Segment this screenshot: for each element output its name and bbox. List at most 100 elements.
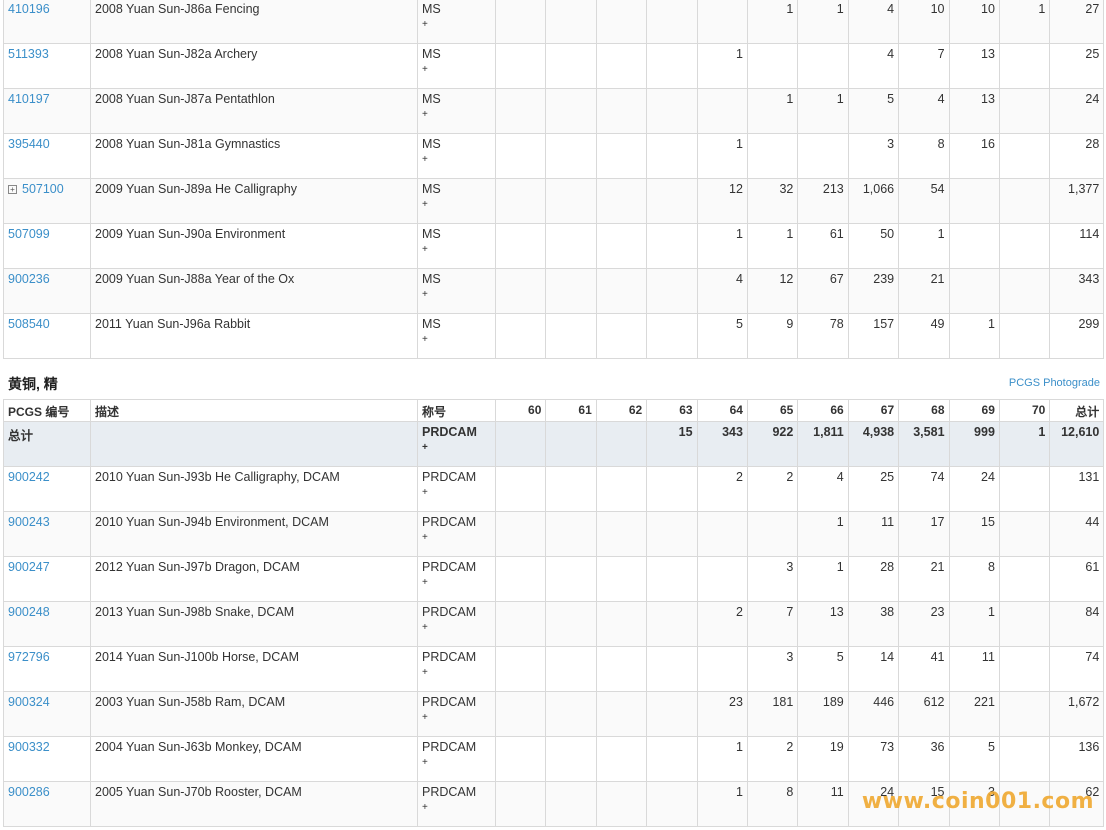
grade-count-cell: 13 bbox=[948, 88, 1000, 134]
grade-count-cell: 28 bbox=[847, 556, 900, 602]
grade-count-cell: 221 bbox=[948, 691, 1000, 737]
pcgs-code-link[interactable]: 507099 bbox=[8, 227, 50, 241]
grade-count-cell bbox=[696, 556, 748, 602]
table-row: 410196 2008 Yuan Sun-J86a Fencing MS +1 1 4 10… bbox=[3, 0, 1105, 44]
description-cell: 2009 Yuan Sun-J90a Environment bbox=[90, 223, 418, 269]
designation-cell: MS + bbox=[417, 313, 496, 359]
grade-count-cell: 21 bbox=[898, 268, 950, 314]
grade-count-cell bbox=[595, 223, 648, 269]
grade-count-cell: 7 bbox=[898, 43, 950, 89]
pcgs-code-link[interactable]: 410197 bbox=[8, 92, 50, 106]
pcgs-code-link[interactable]: 900236 bbox=[8, 272, 50, 286]
pcgs-code-link[interactable]: 900324 bbox=[8, 695, 50, 709]
description-cell: 2014 Yuan Sun-J100b Horse, DCAM bbox=[90, 646, 418, 692]
pcgs-code-link[interactable]: 900286 bbox=[8, 785, 50, 799]
description-cell: 2008 Yuan Sun-J86a Fencing bbox=[90, 0, 418, 44]
grade-count-cell bbox=[998, 466, 1051, 512]
header-grade: 64 bbox=[696, 399, 748, 422]
pcgs-code-link[interactable]: 410196 bbox=[8, 2, 50, 16]
grade-count-cell: 54 bbox=[898, 178, 950, 224]
grade-count-cell bbox=[545, 601, 597, 647]
grade-count-cell: 1 bbox=[797, 511, 849, 557]
pcgs-code-link[interactable]: 900247 bbox=[8, 560, 50, 574]
grade-count-cell: 50 bbox=[847, 223, 900, 269]
designation-cell: MS + bbox=[417, 0, 496, 44]
total-grade-cell bbox=[595, 421, 648, 467]
grade-count-cell: 36 bbox=[898, 736, 950, 782]
pcgs-code-link[interactable]: 395440 bbox=[8, 137, 50, 151]
grade-count-cell bbox=[646, 736, 698, 782]
pcgs-code-link[interactable]: 900242 bbox=[8, 470, 50, 484]
pcgs-code-link[interactable]: 511393 bbox=[8, 47, 49, 61]
table-row: 972796 2014 Yuan Sun-J100b Horse, DCAM PRD… bbox=[3, 646, 1105, 692]
row-total-cell: 61 bbox=[1049, 556, 1105, 602]
grand-total-cell: 12,610 bbox=[1049, 421, 1105, 467]
row-total-cell: 136 bbox=[1049, 736, 1105, 782]
grade-count-cell: 2 bbox=[696, 601, 748, 647]
expand-icon[interactable]: + bbox=[8, 185, 17, 195]
grade-count-cell: 5 bbox=[948, 736, 1000, 782]
grade-count-cell: 189 bbox=[797, 691, 849, 737]
grade-count-cell bbox=[696, 511, 748, 557]
grade-count-cell bbox=[494, 0, 547, 44]
grade-count-cell bbox=[545, 0, 597, 44]
grade-count-cell: 5 bbox=[696, 313, 748, 359]
header-grade: 61 bbox=[545, 399, 597, 422]
grade-count-cell: 4 bbox=[847, 0, 900, 44]
designation-cell: MS + bbox=[417, 268, 496, 314]
grade-count-cell: 67 bbox=[797, 268, 849, 314]
grade-count-cell bbox=[998, 691, 1051, 737]
header-grade: 67 bbox=[847, 399, 900, 422]
grade-count-cell: 8 bbox=[898, 133, 950, 179]
grade-count-cell bbox=[646, 268, 698, 314]
grade-count-cell bbox=[646, 133, 698, 179]
grade-count-cell bbox=[545, 223, 597, 269]
grade-count-cell: 4 bbox=[797, 466, 849, 512]
header-total: 总计 bbox=[1049, 399, 1105, 422]
grade-count-cell: 11 bbox=[847, 511, 900, 557]
pcgs-code-cell: 900242 bbox=[3, 466, 91, 512]
pcgs-code-link[interactable]: 972796 bbox=[8, 650, 50, 664]
total-grade-cell: 1 bbox=[998, 421, 1051, 467]
description-cell: 2013 Yuan Sun-J98b Snake, DCAM bbox=[90, 601, 418, 647]
pcgs-code-link[interactable]: 508540 bbox=[8, 317, 50, 331]
description-cell: 2003 Yuan Sun-J58b Ram, DCAM bbox=[90, 691, 418, 737]
grade-count-cell bbox=[494, 133, 547, 179]
grade-count-cell bbox=[494, 43, 547, 89]
grade-count-cell: 19 bbox=[797, 736, 849, 782]
grade-count-cell: 23 bbox=[898, 601, 950, 647]
grade-count-cell bbox=[545, 646, 597, 692]
grade-count-cell bbox=[998, 178, 1051, 224]
table-row: 900243 2010 Yuan Sun-J94b Environment, DC… bbox=[3, 511, 1105, 557]
pcgs-code-link[interactable]: 507100 bbox=[22, 182, 64, 196]
pcgs-code-cell: 507099 bbox=[3, 223, 91, 269]
grade-count-cell bbox=[998, 646, 1051, 692]
table-row: 511393 2008 Yuan Sun-J82a Archery MS + 1 4 7 13… bbox=[3, 43, 1105, 89]
grade-count-cell bbox=[746, 133, 799, 179]
section-header: 黄铜, 精 PCGS Photograde bbox=[0, 359, 1106, 399]
grade-count-cell: 1 bbox=[948, 313, 1000, 359]
grade-count-cell bbox=[494, 691, 547, 737]
total-grade-cell bbox=[494, 421, 547, 467]
pcgs-code-link[interactable]: 900243 bbox=[8, 515, 50, 529]
pcgs-code-link[interactable]: 900332 bbox=[8, 740, 50, 754]
grade-count-cell bbox=[494, 646, 547, 692]
grade-count-cell bbox=[948, 268, 1000, 314]
grade-count-cell bbox=[494, 268, 547, 314]
grade-count-cell bbox=[998, 268, 1051, 314]
grade-count-cell bbox=[998, 133, 1051, 179]
header-grade: 65 bbox=[746, 399, 799, 422]
photograde-link[interactable]: PCGS Photograde bbox=[1009, 377, 1100, 389]
table-row: 900324 2003 Yuan Sun-J58b Ram, DCAM PRDCAM… bbox=[3, 691, 1105, 737]
total-grade-cell bbox=[545, 421, 597, 467]
pcgs-code-cell: 395440 bbox=[3, 133, 91, 179]
pcgs-code-link[interactable]: 900248 bbox=[8, 605, 50, 619]
grade-count-cell bbox=[646, 691, 698, 737]
grade-count-cell bbox=[646, 646, 698, 692]
grade-count-cell bbox=[545, 466, 597, 512]
description-cell: 2010 Yuan Sun-J93b He Calligraphy, DCAM bbox=[90, 466, 418, 512]
table-row: 900247 2012 Yuan Sun-J97b Dragon, DCAM PRD… bbox=[3, 556, 1105, 602]
pcgs-code-cell: 972796 bbox=[3, 646, 91, 692]
row-total-cell: 25 bbox=[1049, 43, 1105, 89]
designation-cell: MS + bbox=[417, 43, 496, 89]
